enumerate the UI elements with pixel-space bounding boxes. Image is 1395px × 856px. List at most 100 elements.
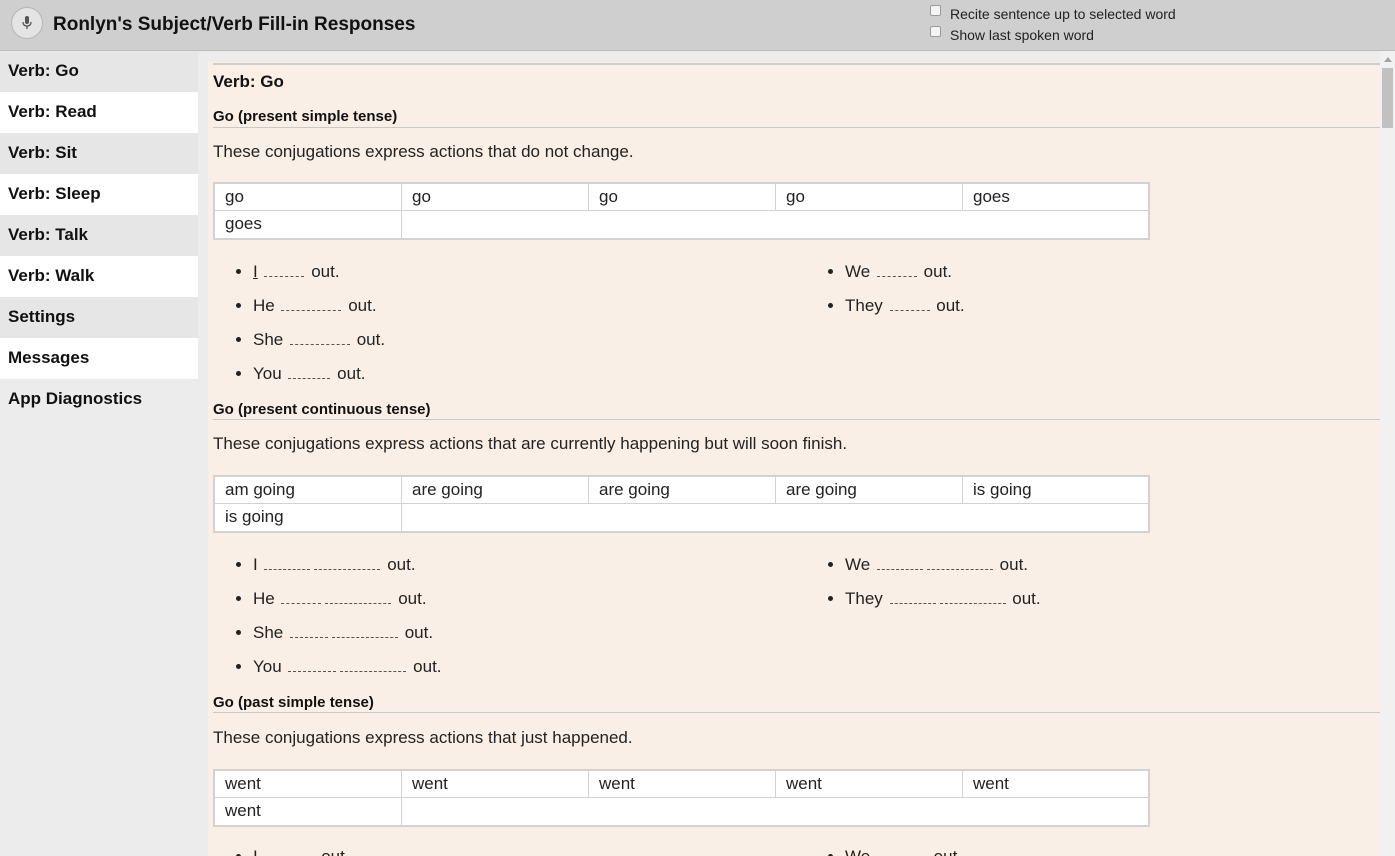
answer-blank[interactable] <box>325 585 392 604</box>
list-item: You out. <box>253 357 385 391</box>
table-cell: went <box>215 798 402 825</box>
table-cell: is going <box>215 504 402 531</box>
microphone-button[interactable] <box>11 7 43 39</box>
answer-blank[interactable] <box>288 360 331 379</box>
suffix: out. <box>356 330 386 349</box>
table-cell: go <box>776 184 963 211</box>
conjugation-table: am going are going are going are going i… <box>213 475 1150 533</box>
fill-in-list-right: We out. They out. <box>805 548 1041 616</box>
sidebar-item-settings[interactable]: Settings <box>0 297 198 338</box>
answer-blank[interactable] <box>289 326 350 345</box>
table-cell: is going <box>963 477 1148 504</box>
subject: You <box>253 657 282 676</box>
answer-blank[interactable] <box>314 551 381 570</box>
table-cell: went <box>776 771 963 798</box>
answer-blank[interactable] <box>926 551 993 570</box>
section-title: Go (past simple tense) <box>213 694 374 711</box>
subject: I <box>253 847 258 856</box>
vertical-scrollbar[interactable] <box>1380 51 1395 856</box>
suffix: out. <box>321 847 349 856</box>
fill-in-list-left: I out. He out. She out. You out. <box>213 548 442 684</box>
list-item: We out. <box>845 548 1041 582</box>
answer-blank[interactable] <box>889 292 930 311</box>
answer-blank[interactable] <box>264 843 314 856</box>
show-last-word-label: Show last spoken word <box>950 26 1094 43</box>
sidebar-item-app-diagnostics[interactable]: App Diagnostics <box>0 379 198 420</box>
table-cell: goes <box>963 184 1148 211</box>
scrollbar-thumb[interactable] <box>1382 68 1393 128</box>
answer-blank[interactable] <box>877 843 927 856</box>
list-item: I out. <box>253 548 442 582</box>
fill-in-list-right: We out. <box>805 840 962 856</box>
table-cell: went <box>402 771 589 798</box>
answer-blank[interactable] <box>288 653 337 672</box>
subject: You <box>253 364 282 383</box>
list-item: They out. <box>845 582 1041 616</box>
sidebar-item-verb-sleep[interactable]: Verb: Sleep <box>0 174 198 215</box>
suffix: out. <box>923 262 953 281</box>
suffix: out. <box>936 296 965 315</box>
answer-blank[interactable] <box>889 585 936 604</box>
app-title: Ronlyn's Subject/Verb Fill-in Responses <box>53 14 416 35</box>
sidebar-item-verb-talk[interactable]: Verb: Talk <box>0 215 198 256</box>
recite-checkbox[interactable] <box>930 5 941 16</box>
answer-blank[interactable] <box>289 619 328 638</box>
suffix: out. <box>348 296 377 315</box>
section-divider <box>213 127 1380 128</box>
suffix: out. <box>404 623 434 642</box>
answer-blank[interactable] <box>281 292 342 311</box>
suffix: out. <box>934 847 962 856</box>
subject: They <box>845 296 883 315</box>
answer-blank[interactable] <box>264 551 311 570</box>
sidebar-item-messages[interactable]: Messages <box>0 338 198 379</box>
table-cell: am going <box>215 477 402 504</box>
list-item: I out. <box>253 255 385 289</box>
scroll-up-icon[interactable] <box>1384 57 1392 62</box>
table-cell: went <box>589 771 776 798</box>
section-title: Go (present simple tense) <box>213 108 398 125</box>
subject: We <box>845 555 871 574</box>
table-cell: are going <box>402 477 589 504</box>
conjugation-table: go go go go goes goes <box>213 182 1150 240</box>
subject: She <box>253 623 284 642</box>
section-title: Go (present continuous tense) <box>213 401 431 418</box>
suffix: out. <box>398 589 427 608</box>
table-cell: are going <box>776 477 963 504</box>
list-item: We out. <box>845 255 965 289</box>
suffix: out. <box>1012 589 1041 608</box>
conjugation-table: went went went went went went <box>213 769 1150 827</box>
sidebar-item-verb-go[interactable]: Verb: Go <box>0 51 198 92</box>
section-description: These conjugations express actions that … <box>213 728 633 747</box>
subject: They <box>845 589 883 608</box>
suffix: out. <box>999 555 1029 574</box>
fill-in-list-left: I out. He out. She out. You out. <box>213 255 385 391</box>
subject: He <box>253 589 275 608</box>
answer-blank[interactable] <box>876 551 923 570</box>
suffix: out. <box>337 364 366 383</box>
options-panel: Recite sentence up to selected word Show… <box>930 3 1176 45</box>
subject: I <box>253 555 258 574</box>
answer-blank[interactable] <box>939 585 1006 604</box>
table-cell: go <box>402 184 589 211</box>
suffix: out. <box>387 555 416 574</box>
sidebar-item-verb-walk[interactable]: Verb: Walk <box>0 256 198 297</box>
answer-blank[interactable] <box>264 258 305 277</box>
list-item: We out. <box>845 840 962 856</box>
show-last-word-option[interactable]: Show last spoken word <box>930 24 1176 45</box>
answer-blank[interactable] <box>281 585 322 604</box>
answer-blank[interactable] <box>340 653 407 672</box>
show-last-word-checkbox[interactable] <box>930 26 941 37</box>
recite-option[interactable]: Recite sentence up to selected word <box>930 3 1176 24</box>
sidebar: Verb: Go Verb: Read Verb: Sit Verb: Slee… <box>0 51 198 856</box>
table-cell: went <box>215 771 402 798</box>
answer-blank[interactable] <box>876 258 917 277</box>
sidebar-item-verb-sit[interactable]: Verb: Sit <box>0 133 198 174</box>
app-header: Ronlyn's Subject/Verb Fill-in Responses … <box>0 0 1395 51</box>
answer-blank[interactable] <box>331 619 398 638</box>
list-item: She out. <box>253 323 385 357</box>
list-item: He out. <box>253 289 385 323</box>
table-cell: went <box>963 771 1148 798</box>
table-cell: go <box>589 184 776 211</box>
sidebar-item-verb-read[interactable]: Verb: Read <box>0 92 198 133</box>
list-item: I out. <box>253 840 350 856</box>
